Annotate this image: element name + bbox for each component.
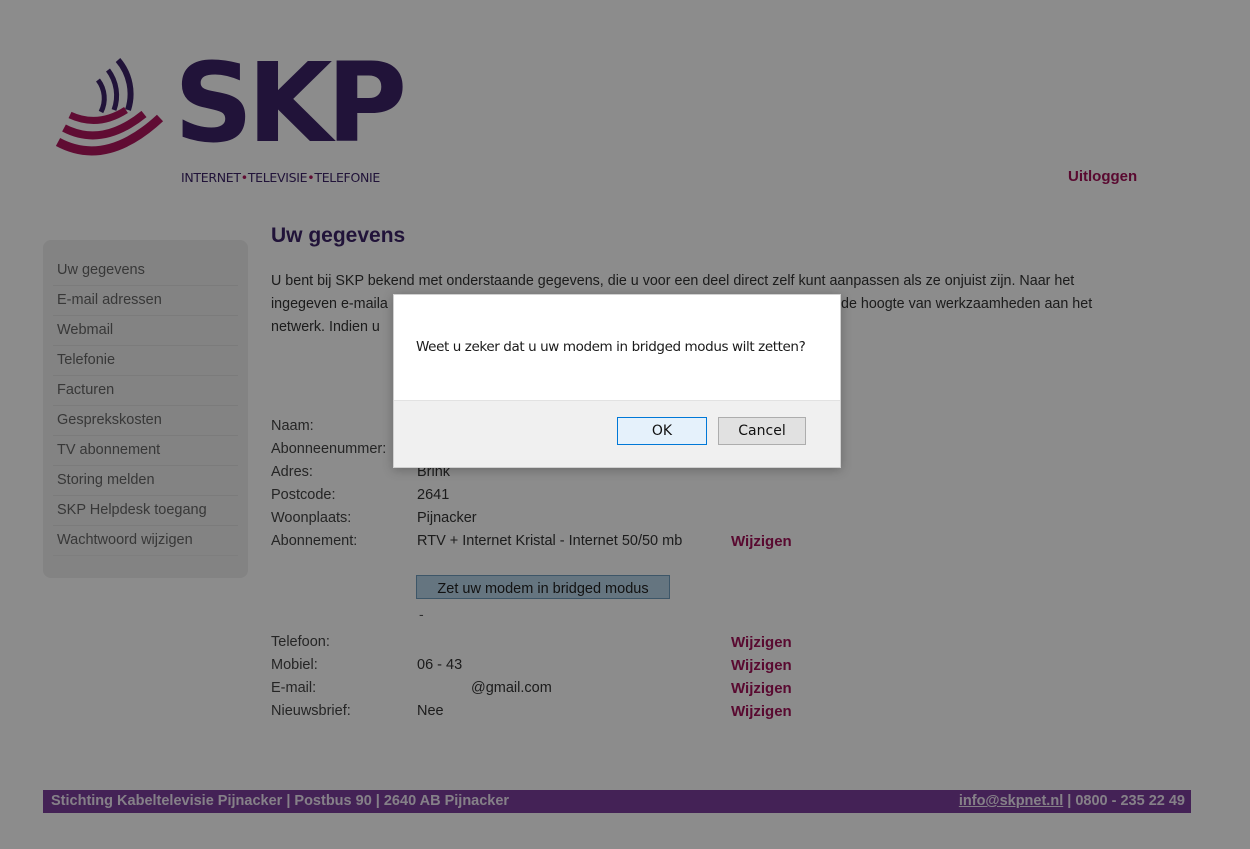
confirm-dialog: Weet u zeker dat u uw modem in bridged m… — [393, 294, 841, 468]
cancel-button[interactable]: Cancel — [718, 417, 806, 445]
dialog-message: Weet u zeker dat u uw modem in bridged m… — [416, 339, 806, 355]
dialog-button-bar: OK Cancel — [394, 400, 840, 467]
ok-button[interactable]: OK — [617, 417, 707, 445]
